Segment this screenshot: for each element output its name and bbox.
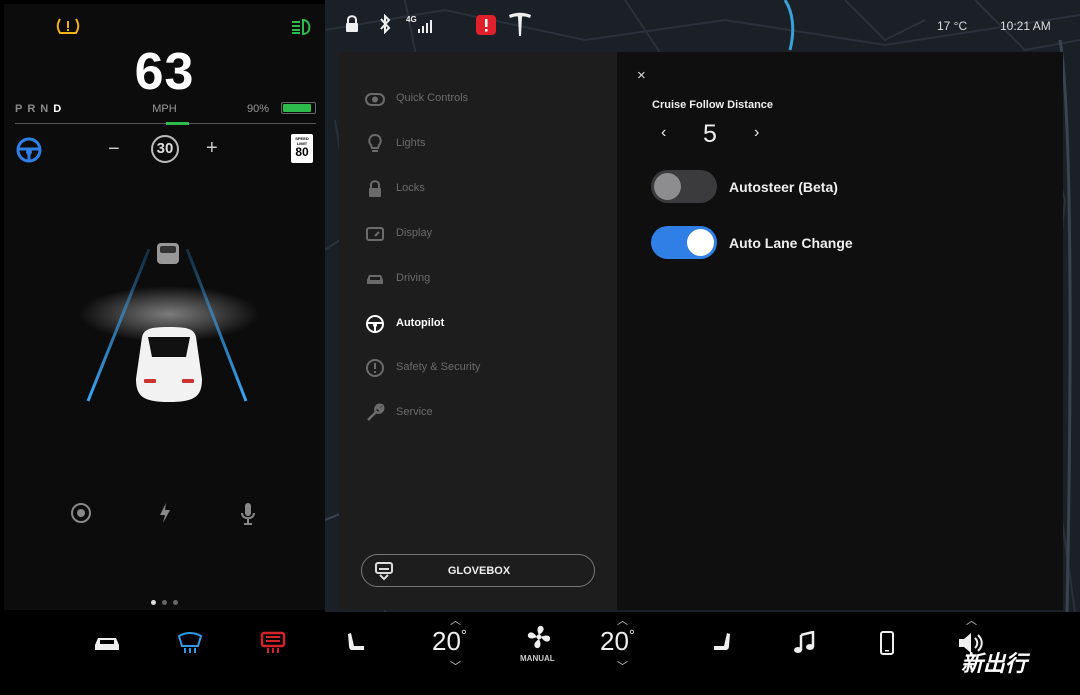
page-indicator[interactable]	[151, 592, 184, 610]
degree-symbol: °	[460, 627, 467, 644]
speed-bar	[15, 122, 316, 125]
camera-icon[interactable]	[70, 502, 92, 529]
speed-readout: 63	[134, 43, 195, 101]
battery-fill	[283, 104, 311, 112]
autosteer-toggle[interactable]	[651, 170, 717, 203]
menu-item-display[interactable]: Display	[365, 222, 605, 246]
network-type: 4G	[406, 15, 417, 24]
bluetooth-icon[interactable]	[379, 13, 391, 39]
speed-limit-value: 80	[295, 145, 309, 159]
speed-unit: MPH	[152, 103, 177, 115]
driver-seat-heater-icon[interactable]	[346, 630, 366, 661]
auto-lane-change-toggle[interactable]	[651, 226, 717, 259]
charging-bolt-icon[interactable]	[157, 502, 173, 529]
watermark-text: 新出行	[961, 651, 1031, 677]
lock-icon[interactable]	[345, 15, 359, 38]
driver-temp: 20°	[432, 626, 467, 657]
menu-item-label: Display	[396, 227, 433, 239]
chevron-right-icon[interactable]: ›	[754, 124, 759, 142]
glovebox-button[interactable]: GLOVEBOX	[361, 554, 595, 587]
toggle-knob	[687, 229, 714, 256]
menu-item-lights[interactable]: Lights	[365, 132, 605, 156]
driver-temp-value: 20	[432, 626, 461, 656]
close-icon[interactable]: ×	[637, 67, 646, 84]
page-dot[interactable]	[162, 600, 167, 605]
degree-symbol: °	[628, 627, 635, 644]
front-defrost-icon[interactable]	[176, 631, 204, 660]
toggle-knob	[654, 173, 681, 200]
steering-wheel-icon	[366, 315, 384, 333]
lightbulb-icon	[368, 134, 382, 152]
menu-item-label: Autopilot	[396, 317, 445, 329]
menu-item-driving[interactable]: Driving	[365, 267, 605, 291]
passenger-temp-down-button[interactable]: ﹀	[617, 658, 628, 674]
battery-percent: 90%	[247, 103, 270, 115]
menu-item-label: Driving	[396, 272, 431, 284]
lead-vehicle-icon	[157, 243, 179, 264]
glovebox-label: GLOVEBOX	[447, 565, 511, 577]
watermark-logo: 新出行	[961, 651, 1031, 677]
passenger-seat-heater-icon[interactable]	[712, 630, 732, 661]
music-note-icon[interactable]	[793, 630, 815, 660]
fan-mode-label: MANUAL	[520, 654, 555, 663]
settings-menu: Quick Controls Lights Locks Display Driv…	[339, 52, 617, 610]
display-icon	[366, 227, 384, 241]
instrument-cluster: 63 PRND MPH 90% − 30 + SPEED LIMIT 80	[4, 4, 325, 610]
menu-item-safety-security[interactable]: Safety & Security	[365, 356, 605, 380]
signal-icon: 4G	[406, 13, 434, 40]
phone-icon[interactable]	[879, 630, 895, 661]
microphone-icon[interactable]	[240, 502, 256, 531]
steering-wheel-icon[interactable]	[16, 137, 42, 168]
volume-up-button[interactable]: ︿	[966, 612, 977, 628]
fan-icon[interactable]	[526, 624, 552, 655]
autopilot-visualization	[79, 243, 259, 402]
alert-circle-icon	[366, 359, 384, 377]
car-icon[interactable]	[93, 633, 121, 658]
auto-lane-change-label: Auto Lane Change	[729, 235, 853, 251]
speed-bar-marker	[166, 122, 189, 125]
headlights-icon	[290, 18, 314, 41]
lock-icon	[369, 180, 381, 197]
tesla-logo-icon[interactable]	[508, 12, 532, 43]
menu-item-quick-controls[interactable]: Quick Controls	[365, 87, 605, 111]
menu-item-label: Safety & Security	[396, 361, 481, 373]
bottom-control-bar: ︿ 20° ﹀ MANUAL ︿ 20° ﹀ ︿ 新出行	[0, 612, 1080, 695]
wrench-icon	[367, 403, 385, 421]
page-dot[interactable]	[151, 600, 156, 605]
cruise-follow-distance-label: Cruise Follow Distance	[652, 99, 774, 111]
ego-vehicle-icon	[136, 327, 202, 402]
menu-item-service[interactable]: Service	[365, 401, 605, 425]
cruise-decrease-button[interactable]: −	[108, 138, 120, 161]
quick-controls-icon	[365, 93, 385, 106]
speed-limit-sign: SPEED LIMIT 80	[291, 134, 313, 163]
menu-item-locks[interactable]: Locks	[365, 177, 605, 201]
cruise-follow-distance-value: 5	[703, 120, 717, 148]
menu-item-label: Lights	[396, 137, 426, 149]
menu-item-label: Service	[396, 406, 433, 418]
passenger-temp-value: 20	[600, 626, 629, 656]
car-icon	[367, 275, 383, 284]
cruise-set-speed: 30	[151, 135, 179, 163]
rear-defrost-icon[interactable]	[259, 630, 287, 659]
autosteer-label: Autosteer (Beta)	[729, 179, 838, 195]
chevron-left-icon[interactable]: ‹	[661, 124, 666, 142]
clock: 10:21 AM	[1000, 19, 1051, 33]
page-dot[interactable]	[173, 600, 178, 605]
autopilot-settings-panel: × Cruise Follow Distance ‹ 5 › Autosteer…	[617, 52, 1063, 610]
menu-item-label: Quick Controls	[396, 92, 469, 104]
driver-temp-down-button[interactable]: ﹀	[450, 658, 461, 674]
passenger-temp: 20°	[600, 626, 635, 657]
outside-temperature: 17 °C	[937, 19, 968, 33]
cruise-increase-button[interactable]: +	[206, 137, 218, 160]
menu-item-label: Locks	[396, 182, 425, 194]
alert-icon[interactable]	[475, 14, 497, 41]
battery-icon	[281, 102, 316, 114]
tire-pressure-warning-icon	[56, 16, 80, 41]
menu-item-autopilot[interactable]: Autopilot	[365, 312, 605, 336]
